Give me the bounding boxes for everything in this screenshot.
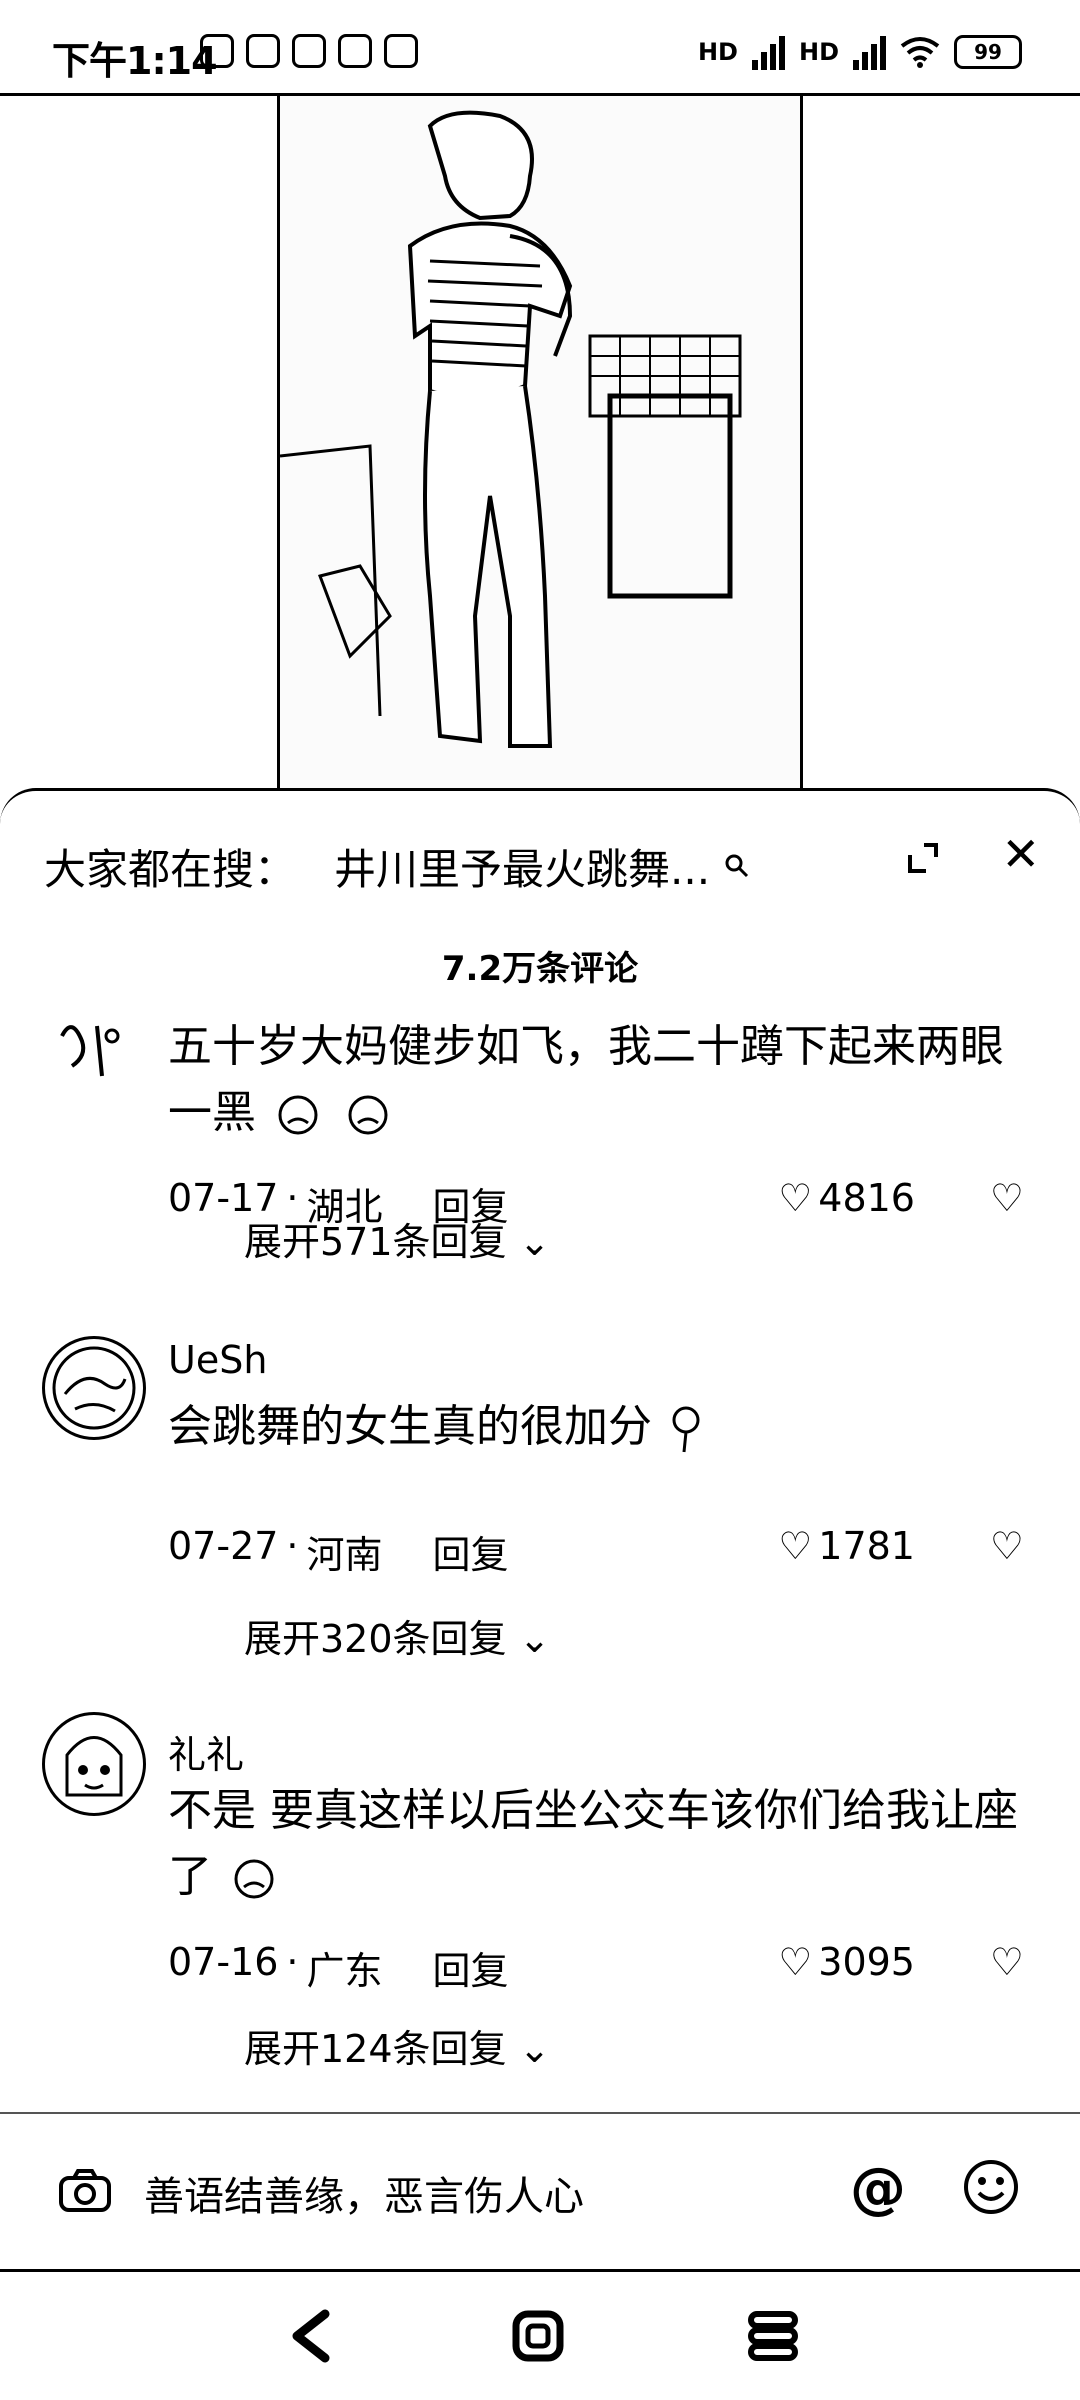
comment-location: 河南 [306,1533,383,1577]
reply-button[interactable]: 回复 [433,1524,509,1579]
like-count: 4816 [818,1176,915,1220]
recents-icon[interactable] [745,2308,801,2364]
comment-text-body: 不是 要真这样以后坐公交车该你们给我让座了 [168,1785,1018,1902]
like-button[interactable]: ♡ 4816 [778,1176,915,1220]
heart-icon: ♡ [778,1176,813,1220]
comment-count: 7.2万条评论 [441,949,639,989]
avatar[interactable] [42,1712,146,1816]
comment-username[interactable]: UeSh [168,1338,267,1382]
video-still [280,96,800,796]
sweat-emoji-icon [278,1095,318,1135]
rose-emoji-icon [672,1406,700,1453]
status-time: 下午1:14 [52,39,218,83]
lock-icon [292,34,326,68]
moon-icon [200,34,234,68]
camera-icon[interactable] [58,2168,112,2214]
comment-input-bar: 善语结善缘，恶言伤人心 @ [0,2112,1080,2272]
expand-replies-button[interactable]: 展开124条回复 ⌄ [244,2018,550,2073]
comment-text: 会跳舞的女生真的很加分 [168,1394,1038,1460]
avatar-image [65,1736,123,1797]
sweat-emoji-icon [348,1095,388,1135]
comment-location-sep: · [286,1940,299,1984]
chevron-down-icon: ⌄ [518,2027,551,2071]
comment-meta: 07-16 · 广东 回复 [168,1940,509,1995]
avatar[interactable] [42,1336,146,1440]
expand-icon[interactable] [906,841,940,875]
broken-heart-icon[interactable]: ♡ [990,1524,1024,1568]
heart-icon: ♡ [778,1940,813,1984]
back-icon[interactable] [285,2308,335,2364]
sweat-emoji-icon [234,1859,274,1899]
mute-icon [246,34,280,68]
status-right: HD HD 99 [698,34,1022,70]
app-notification-icon [338,34,372,68]
expand-replies-button[interactable]: 展开320条回复 ⌄ [244,1608,550,1663]
video-player[interactable] [0,96,1080,796]
broken-heart-icon[interactable]: ♡ [990,1940,1024,1984]
expand-replies-label: 展开124条回复 [244,2027,507,2071]
search-suggestion[interactable]: 大家都在搜： 井川里予最火跳舞... [44,831,1044,901]
avatar-image [52,1346,136,1430]
comment-text: 五十岁大妈健步如飞，我二十蹲下起来两眼一黑 [168,1014,1038,1146]
system-nav-bar [0,2272,1080,2400]
search-prefix: 大家都在搜： [44,844,297,894]
heart-icon: ♡ [778,1524,813,1568]
comment-date: 07-16 [168,1940,279,1984]
like-button[interactable]: ♡ 1781 [778,1524,915,1568]
comment-text-body: 会跳舞的女生真的很加分 [168,1401,652,1452]
like-button[interactable]: ♡ 3095 [778,1940,915,1984]
signal-icon [751,34,785,70]
comment-text: 不是 要真这样以后坐公交车该你们给我让座了 [168,1778,1038,1910]
comment-meta: 07-27 · 河南 回复 [168,1524,509,1579]
chevron-down-icon: ⌄ [518,1220,551,1264]
like-count: 3095 [818,1940,915,1984]
avatar[interactable] [42,996,146,1090]
search-icon[interactable] [724,853,750,879]
comment-item: UeSh 会跳舞的女生真的很加分 07-27 · 河南 回复 ♡ 1781 ♡ [0,1316,1080,1616]
close-icon[interactable]: ✕ [1001,831,1040,877]
comment-list[interactable]: 五十岁大妈健步如飞，我二十蹲下起来两眼一黑 07-17 · 湖北 回复 ♡ 48… [0,996,1080,2096]
battery-icon: 99 [954,35,1022,69]
emoji-icon[interactable] [962,2158,1020,2216]
comment-username[interactable]: 礼礼 [168,1724,244,1779]
app-notification-icon [384,34,418,68]
signal-icon [853,34,886,70]
wifi-icon [900,37,940,68]
comment-date: 07-27 [168,1524,279,1568]
avatar-image [60,1025,120,1077]
comment-location: 广东 [306,1949,383,1993]
status-icons [200,34,418,68]
like-count: 1781 [818,1524,915,1568]
comment-location-sep: · [286,1524,299,1568]
reply-button[interactable]: 回复 [433,1940,509,1995]
expand-replies-button[interactable]: 展开571条回复 ⌄ [244,1211,550,1266]
search-term[interactable]: 井川里予最火跳舞... [334,836,710,897]
expand-replies-label: 展开320条回复 [244,1617,507,1661]
battery-level: 99 [974,40,1002,64]
status-bar: 下午1:14 HD HD 99 [0,0,1080,96]
network-label: HD [697,38,738,66]
broken-heart-icon[interactable]: ♡ [990,1176,1024,1220]
network-label: HD [798,38,839,66]
comment-input[interactable]: 善语结善缘，恶言伤人心 [144,2164,584,2222]
expand-replies-label: 展开571条回复 [244,1220,507,1264]
video-frame[interactable] [277,96,803,796]
at-icon[interactable]: @ [850,2156,906,2221]
home-icon[interactable] [510,2308,566,2364]
chevron-down-icon: ⌄ [518,1617,551,1661]
